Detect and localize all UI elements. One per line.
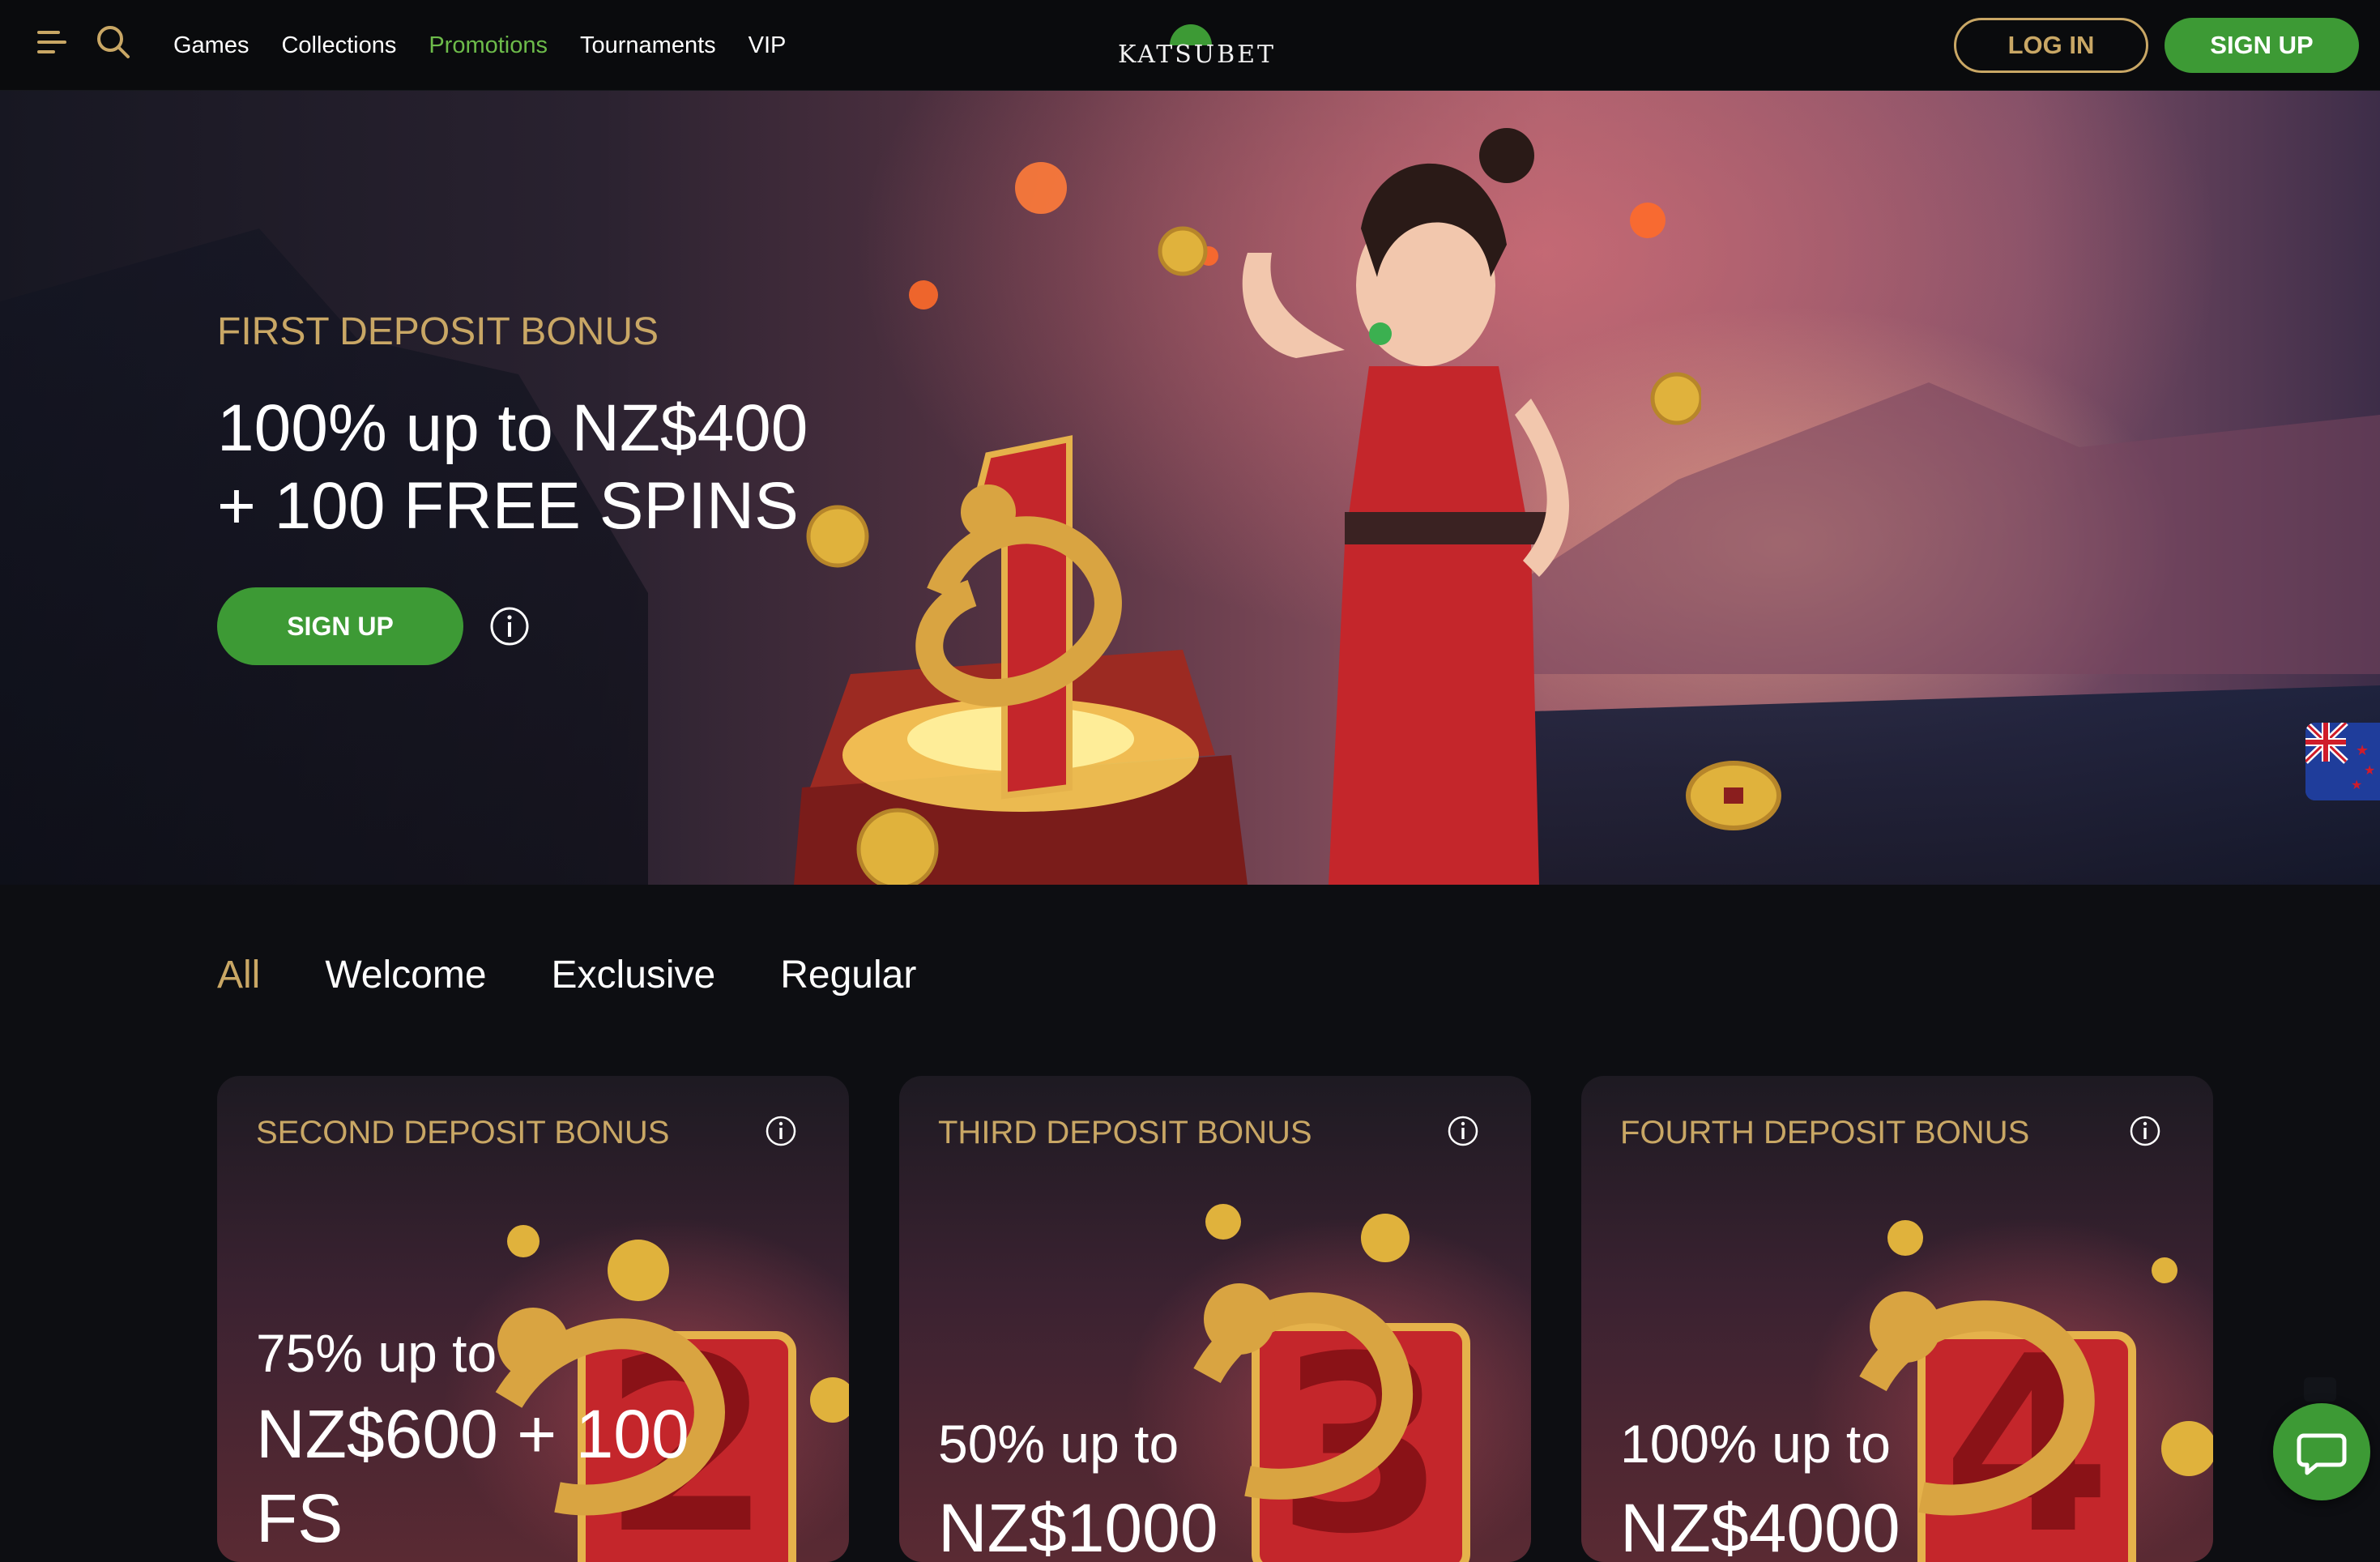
hero-promo-content: FIRST DEPOSIT BONUS 100% up to NZ$400 + … (217, 309, 808, 665)
scroll-to-top-button[interactable] (2304, 1377, 2336, 1402)
new-zealand-flag-icon[interactable]: ★ ★ ★ (2305, 723, 2380, 800)
info-icon[interactable] (489, 606, 530, 647)
card-title-line-1: 75% up to (256, 1323, 497, 1383)
hero-title-line-1: 100% up to NZ$400 (217, 391, 808, 465)
signup-button-hero[interactable]: SIGN UP (217, 587, 463, 665)
login-button[interactable]: LOG IN (1954, 18, 2148, 73)
gold-coin-decoration (1686, 761, 1781, 830)
promo-card-second-deposit[interactable]: 2 SECOND DEPOSIT BONUS 75% up to NZ$600 … (217, 1076, 849, 1562)
card-title-line-1: 100% up to (1620, 1414, 1891, 1474)
promotion-filter-tabs: All Welcome Exclusive Regular (217, 953, 916, 997)
nav-games[interactable]: Games (173, 32, 249, 59)
card-title-line-2: NZ$600 + 100 (256, 1396, 689, 1472)
hero-kicker: FIRST DEPOSIT BONUS (217, 310, 659, 353)
main-nav: Games Collections Promotions Tournaments… (173, 0, 786, 91)
info-icon[interactable] (1447, 1115, 1479, 1147)
hero-banner: FIRST DEPOSIT BONUS 100% up to NZ$400 + … (0, 91, 2380, 885)
svg-text:★: ★ (2356, 742, 2369, 759)
hamburger-menu-icon[interactable] (36, 26, 68, 58)
hero-actions: SIGN UP (217, 587, 808, 665)
card-title-line-3: FS (256, 1480, 343, 1556)
tab-all[interactable]: All (217, 953, 260, 997)
svg-text:★: ★ (2351, 777, 2362, 792)
hero-illustration (794, 128, 1701, 885)
hero-title-line-2: + 100 FREE SPINS (217, 469, 799, 543)
card-title-line-1: 50% up to (938, 1414, 1179, 1474)
promotion-cards: 2 SECOND DEPOSIT BONUS 75% up to NZ$600 … (217, 1076, 2213, 1562)
hero-title: 100% up to NZ$400 + 100 FREE SPINS (217, 390, 808, 545)
card-title-line-2: NZ$4000 (1620, 1490, 1900, 1562)
nav-vip[interactable]: VIP (749, 32, 787, 59)
card-kicker: SECOND DEPOSIT BONUS (256, 1115, 670, 1150)
nav-collections[interactable]: Collections (281, 32, 396, 59)
site-logo[interactable]: KATSUBET (1118, 21, 1277, 71)
nav-tournaments[interactable]: Tournaments (580, 32, 716, 59)
signup-button-header[interactable]: SIGN UP (2165, 18, 2359, 73)
tab-welcome[interactable]: Welcome (325, 953, 486, 997)
search-icon[interactable] (94, 23, 133, 62)
tab-exclusive[interactable]: Exclusive (552, 953, 716, 997)
tab-regular[interactable]: Regular (780, 953, 916, 997)
info-icon[interactable] (765, 1115, 797, 1147)
svg-text:★: ★ (2364, 762, 2375, 778)
chat-bubble-icon[interactable] (2273, 1403, 2370, 1500)
promo-card-fourth-deposit[interactable]: 4 FOURTH DEPOSIT BONUS 100% up to NZ$400… (1581, 1076, 2213, 1562)
card-title-line-2: NZ$1000 (938, 1490, 1218, 1562)
card-kicker: THIRD DEPOSIT BONUS (938, 1115, 1312, 1150)
card-kicker: FOURTH DEPOSIT BONUS (1620, 1115, 2030, 1150)
top-navigation-bar: Games Collections Promotions Tournaments… (0, 0, 2380, 91)
nav-promotions[interactable]: Promotions (429, 32, 548, 59)
info-icon[interactable] (2129, 1115, 2161, 1147)
logo-wordmark: KATSUBET (1118, 41, 1277, 69)
promo-card-third-deposit[interactable]: 3 THIRD DEPOSIT BONUS 50% up to NZ$1000 (899, 1076, 1531, 1562)
